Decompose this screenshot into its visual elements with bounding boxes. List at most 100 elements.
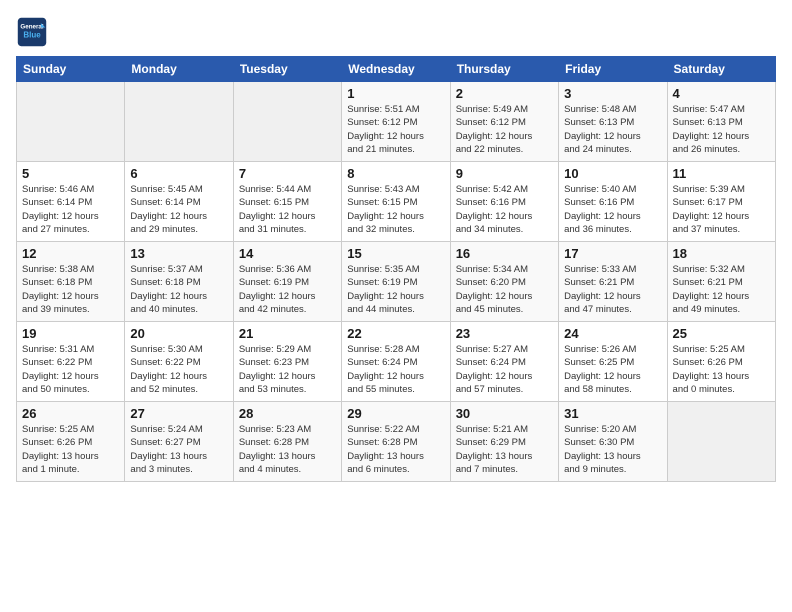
calendar-cell: 13 Sunrise: 5:37 AM Sunset: 6:18 PM Dayli… bbox=[125, 242, 233, 322]
day-number: 23 bbox=[456, 326, 553, 341]
day-number: 2 bbox=[456, 86, 553, 101]
page-header: General Blue bbox=[16, 16, 776, 48]
day-number: 30 bbox=[456, 406, 553, 421]
day-number: 1 bbox=[347, 86, 444, 101]
day-number: 17 bbox=[564, 246, 661, 261]
calendar-cell: 30Sunrise: 5:21 AM Sunset: 6:29 PM Dayli… bbox=[450, 402, 558, 482]
day-info: Sunrise: 5:30 AM Sunset: 6:22 PM Dayligh… bbox=[130, 343, 227, 396]
calendar-cell: 17 Sunrise: 5:33 AM Sunset: 6:21 PM Dayli… bbox=[559, 242, 667, 322]
calendar-cell: 14Sunrise: 5:36 AM Sunset: 6:19 PM Dayli… bbox=[233, 242, 341, 322]
day-number: 12 bbox=[22, 246, 119, 261]
calendar-cell bbox=[233, 82, 341, 162]
day-number: 27 bbox=[130, 406, 227, 421]
day-info: Sunrise: 5:24 AM Sunset: 6:27 PM Dayligh… bbox=[130, 423, 227, 476]
calendar-cell: 22Sunrise: 5:28 AM Sunset: 6:24 PM Dayli… bbox=[342, 322, 450, 402]
day-info: Sunrise: 5:47 AM Sunset: 6:13 PM Dayligh… bbox=[673, 103, 770, 156]
calendar-cell: 28 Sunrise: 5:23 AM Sunset: 6:28 PM Dayli… bbox=[233, 402, 341, 482]
calendar-cell: 7Sunrise: 5:44 AM Sunset: 6:15 PM Daylig… bbox=[233, 162, 341, 242]
calendar-cell bbox=[17, 82, 125, 162]
logo: General Blue bbox=[16, 16, 52, 48]
day-info: Sunrise: 5:40 AM Sunset: 6:16 PM Dayligh… bbox=[564, 183, 661, 236]
day-number: 11 bbox=[673, 166, 770, 181]
calendar-week-1: 1 Sunrise: 5:51 AM Sunset: 6:12 PM Daylig… bbox=[17, 82, 776, 162]
day-number: 21 bbox=[239, 326, 336, 341]
weekday-header-saturday: Saturday bbox=[667, 57, 775, 82]
calendar-cell: 29Sunrise: 5:22 AM Sunset: 6:28 PM Dayli… bbox=[342, 402, 450, 482]
calendar-cell: 8 Sunrise: 5:43 AM Sunset: 6:15 PM Daylig… bbox=[342, 162, 450, 242]
day-info: Sunrise: 5:23 AM Sunset: 6:28 PM Dayligh… bbox=[239, 423, 336, 476]
day-number: 22 bbox=[347, 326, 444, 341]
calendar-week-2: 5Sunrise: 5:46 AM Sunset: 6:14 PM Daylig… bbox=[17, 162, 776, 242]
calendar-cell: 26 Sunrise: 5:25 AM Sunset: 6:26 PM Dayli… bbox=[17, 402, 125, 482]
calendar-cell: 24 Sunrise: 5:26 AM Sunset: 6:25 PM Dayli… bbox=[559, 322, 667, 402]
calendar-cell: 10Sunrise: 5:40 AM Sunset: 6:16 PM Dayli… bbox=[559, 162, 667, 242]
logo-icon: General Blue bbox=[16, 16, 48, 48]
weekday-header-wednesday: Wednesday bbox=[342, 57, 450, 82]
day-info: Sunrise: 5:20 AM Sunset: 6:30 PM Dayligh… bbox=[564, 423, 661, 476]
day-info: Sunrise: 5:43 AM Sunset: 6:15 PM Dayligh… bbox=[347, 183, 444, 236]
day-info: Sunrise: 5:33 AM Sunset: 6:21 PM Dayligh… bbox=[564, 263, 661, 316]
day-number: 26 bbox=[22, 406, 119, 421]
calendar-cell: 18 Sunrise: 5:32 AM Sunset: 6:21 PM Dayli… bbox=[667, 242, 775, 322]
day-info: Sunrise: 5:26 AM Sunset: 6:25 PM Dayligh… bbox=[564, 343, 661, 396]
day-number: 20 bbox=[130, 326, 227, 341]
day-info: Sunrise: 5:51 AM Sunset: 6:12 PM Dayligh… bbox=[347, 103, 444, 156]
calendar-cell: 27 Sunrise: 5:24 AM Sunset: 6:27 PM Dayli… bbox=[125, 402, 233, 482]
calendar-cell: 4 Sunrise: 5:47 AM Sunset: 6:13 PM Daylig… bbox=[667, 82, 775, 162]
day-number: 31 bbox=[564, 406, 661, 421]
day-number: 16 bbox=[456, 246, 553, 261]
calendar-cell: 3 Sunrise: 5:48 AM Sunset: 6:13 PM Daylig… bbox=[559, 82, 667, 162]
day-number: 4 bbox=[673, 86, 770, 101]
day-info: Sunrise: 5:32 AM Sunset: 6:21 PM Dayligh… bbox=[673, 263, 770, 316]
calendar-cell: 12 Sunrise: 5:38 AM Sunset: 6:18 PM Dayli… bbox=[17, 242, 125, 322]
day-number: 19 bbox=[22, 326, 119, 341]
day-info: Sunrise: 5:25 AM Sunset: 6:26 PM Dayligh… bbox=[22, 423, 119, 476]
day-number: 9 bbox=[456, 166, 553, 181]
calendar-cell: 31 Sunrise: 5:20 AM Sunset: 6:30 PM Dayli… bbox=[559, 402, 667, 482]
day-info: Sunrise: 5:27 AM Sunset: 6:24 PM Dayligh… bbox=[456, 343, 553, 396]
calendar-cell: 25Sunrise: 5:25 AM Sunset: 6:26 PM Dayli… bbox=[667, 322, 775, 402]
calendar-header: SundayMondayTuesdayWednesdayThursdayFrid… bbox=[17, 57, 776, 82]
calendar-cell: 20 Sunrise: 5:30 AM Sunset: 6:22 PM Dayli… bbox=[125, 322, 233, 402]
calendar-cell: 23 Sunrise: 5:27 AM Sunset: 6:24 PM Dayli… bbox=[450, 322, 558, 402]
weekday-header-thursday: Thursday bbox=[450, 57, 558, 82]
day-info: Sunrise: 5:31 AM Sunset: 6:22 PM Dayligh… bbox=[22, 343, 119, 396]
calendar-table: SundayMondayTuesdayWednesdayThursdayFrid… bbox=[16, 56, 776, 482]
day-info: Sunrise: 5:34 AM Sunset: 6:20 PM Dayligh… bbox=[456, 263, 553, 316]
day-info: Sunrise: 5:44 AM Sunset: 6:15 PM Dayligh… bbox=[239, 183, 336, 236]
day-number: 6 bbox=[130, 166, 227, 181]
weekday-header-monday: Monday bbox=[125, 57, 233, 82]
calendar-cell: 16 Sunrise: 5:34 AM Sunset: 6:20 PM Dayli… bbox=[450, 242, 558, 322]
day-number: 5 bbox=[22, 166, 119, 181]
day-info: Sunrise: 5:45 AM Sunset: 6:14 PM Dayligh… bbox=[130, 183, 227, 236]
day-number: 15 bbox=[347, 246, 444, 261]
calendar-week-4: 19 Sunrise: 5:31 AM Sunset: 6:22 PM Dayli… bbox=[17, 322, 776, 402]
day-number: 29 bbox=[347, 406, 444, 421]
day-number: 24 bbox=[564, 326, 661, 341]
calendar-cell: 19 Sunrise: 5:31 AM Sunset: 6:22 PM Dayli… bbox=[17, 322, 125, 402]
calendar-week-5: 26 Sunrise: 5:25 AM Sunset: 6:26 PM Dayli… bbox=[17, 402, 776, 482]
weekday-header-tuesday: Tuesday bbox=[233, 57, 341, 82]
day-info: Sunrise: 5:37 AM Sunset: 6:18 PM Dayligh… bbox=[130, 263, 227, 316]
day-number: 13 bbox=[130, 246, 227, 261]
weekday-header-sunday: Sunday bbox=[17, 57, 125, 82]
day-info: Sunrise: 5:35 AM Sunset: 6:19 PM Dayligh… bbox=[347, 263, 444, 316]
calendar-cell bbox=[667, 402, 775, 482]
calendar-cell: 1 Sunrise: 5:51 AM Sunset: 6:12 PM Daylig… bbox=[342, 82, 450, 162]
calendar-cell: 11 Sunrise: 5:39 AM Sunset: 6:17 PM Dayli… bbox=[667, 162, 775, 242]
day-number: 3 bbox=[564, 86, 661, 101]
day-info: Sunrise: 5:39 AM Sunset: 6:17 PM Dayligh… bbox=[673, 183, 770, 236]
day-info: Sunrise: 5:29 AM Sunset: 6:23 PM Dayligh… bbox=[239, 343, 336, 396]
day-number: 18 bbox=[673, 246, 770, 261]
day-info: Sunrise: 5:49 AM Sunset: 6:12 PM Dayligh… bbox=[456, 103, 553, 156]
day-info: Sunrise: 5:48 AM Sunset: 6:13 PM Dayligh… bbox=[564, 103, 661, 156]
day-number: 28 bbox=[239, 406, 336, 421]
svg-text:General: General bbox=[20, 23, 43, 30]
day-info: Sunrise: 5:42 AM Sunset: 6:16 PM Dayligh… bbox=[456, 183, 553, 236]
day-number: 8 bbox=[347, 166, 444, 181]
day-number: 14 bbox=[239, 246, 336, 261]
calendar-cell: 15 Sunrise: 5:35 AM Sunset: 6:19 PM Dayli… bbox=[342, 242, 450, 322]
calendar-cell bbox=[125, 82, 233, 162]
calendar-week-3: 12 Sunrise: 5:38 AM Sunset: 6:18 PM Dayli… bbox=[17, 242, 776, 322]
day-info: Sunrise: 5:38 AM Sunset: 6:18 PM Dayligh… bbox=[22, 263, 119, 316]
